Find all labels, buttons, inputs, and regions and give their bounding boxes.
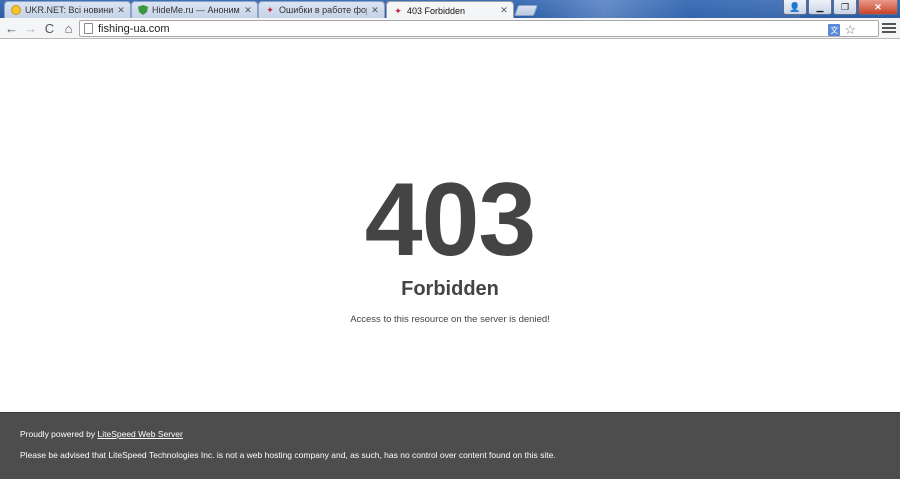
reload-icon[interactable]: C <box>40 19 59 38</box>
forward-arrow-icon[interactable]: → <box>21 19 40 38</box>
shield-favicon-icon <box>138 5 148 15</box>
page-footer: Proudly powered by LiteSpeed Web Server … <box>0 412 900 479</box>
tab-title: 403 Forbidden <box>407 5 466 16</box>
address-url[interactable]: fishing-ua.com <box>98 23 878 35</box>
powered-by-line: Proudly powered by LiteSpeed Web Server <box>20 429 183 439</box>
translate-icon[interactable]: 文 <box>828 24 841 36</box>
close-icon[interactable]: ✕ <box>370 5 380 16</box>
titlebar-background-pattern <box>520 0 800 18</box>
omnibox-actions: 文 ☆ <box>828 23 856 36</box>
ukrnet-favicon-icon <box>11 5 21 15</box>
disclaimer-text: Please be advised that LiteSpeed Technol… <box>20 450 556 460</box>
browser-titlebar: UKR.NET: Всі новини Укра ✕ HideMe.ru — А… <box>0 0 900 19</box>
error-code: 403 <box>364 162 537 278</box>
litespeed-link[interactable]: LiteSpeed Web Server <box>98 429 183 439</box>
back-arrow-icon[interactable]: ← <box>2 19 21 38</box>
powered-by-text: Proudly powered by <box>20 429 98 439</box>
home-icon[interactable]: ⌂ <box>59 19 78 38</box>
error-message: Access to this resource on the server is… <box>350 314 550 325</box>
close-icon[interactable]: ✕ <box>116 5 126 16</box>
user-icon[interactable]: 👤 <box>783 0 807 15</box>
tab-title: Ошибки в работе форум <box>279 5 367 15</box>
tab-title: UKR.NET: Всі новини Укра <box>25 5 113 15</box>
red-favicon-icon: ✦ <box>394 5 402 16</box>
page-content: 403 Forbidden Access to this resource on… <box>0 40 900 412</box>
tab-ukrnet[interactable]: UKR.NET: Всі новини Укра ✕ <box>4 1 131 18</box>
tab-403-forbidden[interactable]: ✦ 403 Forbidden ✕ <box>386 1 514 19</box>
close-icon[interactable]: ✕ <box>243 5 253 16</box>
close-window-button[interactable]: ✕ <box>858 0 898 15</box>
address-bar[interactable]: fishing-ua.com 文 ☆ <box>79 20 879 37</box>
maximize-button[interactable]: ❐ <box>833 0 857 15</box>
close-icon[interactable]: ✕ <box>499 5 509 16</box>
minimize-button[interactable]: ▁ <box>808 0 832 15</box>
bookmark-star-icon[interactable]: ☆ <box>844 23 856 36</box>
browser-toolbar: ← → C ⌂ fishing-ua.com 文 ☆ <box>0 18 900 39</box>
error-title: Forbidden <box>401 278 499 300</box>
tab-hideme[interactable]: HideMe.ru — Анонимайз ✕ <box>131 1 258 18</box>
red-favicon-icon: ✦ <box>266 5 274 15</box>
page-icon <box>84 23 93 34</box>
tab-forum-errors[interactable]: ✦ Ошибки в работе форум ✕ <box>258 1 385 18</box>
window-controls: 👤 ▁ ❐ ✕ <box>783 0 898 15</box>
tab-title: HideMe.ru — Анонимайз <box>152 5 240 15</box>
menu-hamburger-icon[interactable] <box>882 21 896 35</box>
new-tab-button[interactable] <box>513 5 539 16</box>
